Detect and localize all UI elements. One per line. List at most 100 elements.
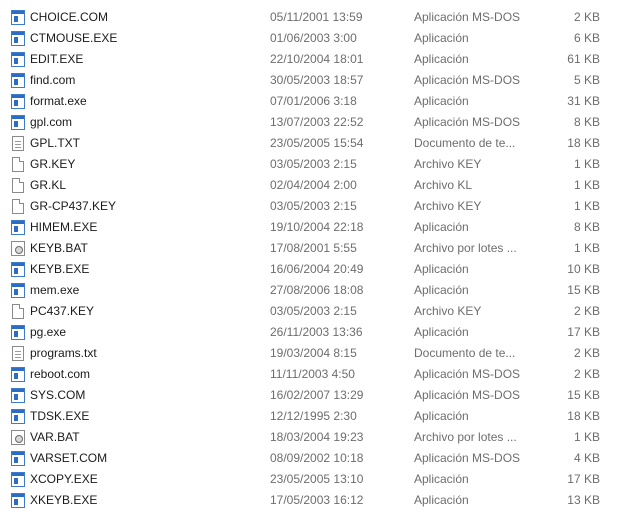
file-type: Aplicación [414,31,469,45]
text-file-icon [12,136,24,151]
file-row[interactable]: CHOICE.COM 05/11/2001 13:59 Aplicación MS-… [0,7,626,28]
file-row[interactable]: reboot.com 11/11/2003 4:50 Aplicación MS-D… [0,364,626,385]
file-name[interactable]: XCOPY.EXE [30,469,260,490]
file-row[interactable]: format.exe 07/01/2006 3:18 Aplicación 31 KB [0,91,626,112]
file-row[interactable]: XCOPY.EXE 23/05/2005 13:10 Aplicación 17 KB [0,469,626,490]
file-row[interactable]: GR.KEY 03/05/2003 2:15 Archivo KEY 1 KB [0,154,626,175]
app-icon [11,94,25,109]
file-size: 13 KB [567,493,600,507]
file-size: 18 KB [567,136,600,150]
file-name[interactable]: EDIT.EXE [30,49,260,70]
app-icon [11,493,25,508]
file-size: 2 KB [573,346,600,360]
app-icon [11,409,25,424]
file-size: 1 KB [573,178,600,192]
file-name[interactable]: pg.exe [30,322,260,343]
file-row[interactable]: find.com 30/05/2003 18:57 Aplicación MS-DO… [0,70,626,91]
file-type: Archivo KEY [414,199,482,213]
file-type: Documento de te... [414,346,516,360]
file-name[interactable]: KEYB.EXE [30,259,260,280]
file-row[interactable]: CTMOUSE.EXE 01/06/2003 3:00 Aplicación 6 KB [0,28,626,49]
batch-file-icon [11,430,25,445]
file-row[interactable]: programs.txt 19/03/2004 8:15 Documento de … [0,343,626,364]
file-icon [12,199,24,214]
file-name[interactable]: GR-CP437.KEY [30,196,260,217]
file-icon [12,178,24,193]
file-row[interactable]: VAR.BAT 18/03/2004 19:23 Archivo por lotes… [0,427,626,448]
file-date-modified: 27/08/2006 18:08 [270,283,364,297]
file-date-modified: 07/01/2006 3:18 [270,94,357,108]
file-name[interactable]: PC437.KEY [30,301,260,322]
file-name[interactable]: format.exe [30,91,260,112]
file-name[interactable]: gpl.com [30,112,260,133]
file-date-modified: 02/04/2004 2:00 [270,178,357,192]
file-name[interactable]: XKEYB.EXE [30,490,260,511]
file-name[interactable]: SYS.COM [30,385,260,406]
file-date-modified: 17/08/2001 5:55 [270,241,357,255]
file-date-modified: 16/02/2007 13:29 [270,388,364,402]
file-row[interactable]: XKEYB.EXE 17/05/2003 16:12 Aplicación 13 KB [0,490,626,511]
file-row[interactable]: KEYB.BAT 17/08/2001 5:55 Archivo por lotes… [0,238,626,259]
file-row[interactable]: SYS.COM 16/02/2007 13:29 Aplicación MS-DOS… [0,385,626,406]
file-name[interactable]: CTMOUSE.EXE [30,28,260,49]
file-size: 1 KB [573,199,600,213]
file-type: Aplicación MS-DOS [414,367,521,381]
file-name[interactable]: programs.txt [30,343,260,364]
file-name[interactable]: GPL.TXT [30,133,260,154]
file-date-modified: 03/05/2003 2:15 [270,304,357,318]
file-row[interactable]: HIMEM.EXE 19/10/2004 22:18 Aplicación 8 KB [0,217,626,238]
file-row[interactable]: KEYB.EXE 16/06/2004 20:49 Aplicación 10 KB [0,259,626,280]
file-list: CHOICE.COM 05/11/2001 13:59 Aplicación MS-… [0,7,626,511]
file-size: 8 KB [573,115,600,129]
file-date-modified: 23/05/2005 15:54 [270,136,364,150]
file-row[interactable]: GR-CP437.KEY 03/05/2003 2:15 Archivo KEY 1 … [0,196,626,217]
file-date-modified: 19/10/2004 22:18 [270,220,364,234]
app-icon [11,472,25,487]
file-row[interactable]: GPL.TXT 23/05/2005 15:54 Documento de te..… [0,133,626,154]
file-row[interactable]: PC437.KEY 03/05/2003 2:15 Archivo KEY 2 KB [0,301,626,322]
file-size: 8 KB [573,220,600,234]
file-size: 6 KB [573,31,600,45]
file-size: 17 KB [567,472,600,486]
file-date-modified: 11/11/2003 4:50 [270,367,355,381]
file-row[interactable]: EDIT.EXE 22/10/2004 18:01 Aplicación 61 KB [0,49,626,70]
file-name[interactable]: KEYB.BAT [30,238,260,259]
file-type: Aplicación MS-DOS [414,451,521,465]
file-row[interactable]: gpl.com 13/07/2003 22:52 Aplicación MS-DOS… [0,112,626,133]
file-date-modified: 23/05/2005 13:10 [270,472,364,486]
file-row[interactable]: mem.exe 27/08/2006 18:08 Aplicación 15 KB [0,280,626,301]
file-size: 61 KB [567,52,600,66]
file-name[interactable]: VARSET.COM [30,448,260,469]
app-icon [11,73,25,88]
file-size: 5 KB [573,73,600,87]
file-date-modified: 16/06/2004 20:49 [270,262,364,276]
file-type: Aplicación [414,283,469,297]
file-size: 1 KB [573,241,600,255]
file-name[interactable]: TDSK.EXE [30,406,260,427]
file-size: 15 KB [567,388,600,402]
app-icon [11,283,25,298]
file-row[interactable]: TDSK.EXE 12/12/1995 2:30 Aplicación 18 KB [0,406,626,427]
file-name[interactable]: GR.KEY [30,154,260,175]
file-name[interactable]: mem.exe [30,280,260,301]
file-name[interactable]: GR.KL [30,175,260,196]
file-name[interactable]: HIMEM.EXE [30,217,260,238]
file-row[interactable]: VARSET.COM 08/09/2002 10:18 Aplicación MS-… [0,448,626,469]
app-icon [11,451,25,466]
file-date-modified: 03/05/2003 2:15 [270,157,357,171]
file-type: Aplicación [414,409,469,423]
file-type: Archivo KEY [414,157,482,171]
file-row[interactable]: pg.exe 26/11/2003 13:36 Aplicación 17 KB [0,322,626,343]
file-size: 2 KB [573,304,600,318]
file-date-modified: 30/05/2003 18:57 [270,73,364,87]
file-name[interactable]: CHOICE.COM [30,7,260,28]
file-type: Archivo por lotes ... [414,430,517,444]
file-date-modified: 12/12/1995 2:30 [270,409,357,423]
file-name[interactable]: find.com [30,70,260,91]
file-name[interactable]: reboot.com [30,364,260,385]
file-type: Archivo KEY [414,304,482,318]
file-date-modified: 08/09/2002 10:18 [270,451,364,465]
file-row[interactable]: GR.KL 02/04/2004 2:00 Archivo KL 1 KB [0,175,626,196]
app-icon [11,10,25,25]
file-name[interactable]: VAR.BAT [30,427,260,448]
